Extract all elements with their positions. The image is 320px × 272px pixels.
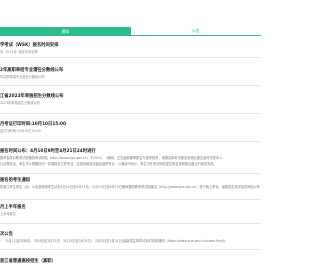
list-item[interactable]: 2年高职单招专业潜在分数线公布 年高职单招专业潜在分数线公布 xyxy=(0,66,261,86)
item-summary: 的浙江考生考生（请，以及其他报考生请在5月12日至5月13日，12月13日至6月… xyxy=(0,185,260,189)
list-item[interactable]: 月上半年报名 上半年报名 xyxy=(0,202,261,224)
list-item[interactable]: 江省2023年单独招生分数线公布 2023年单独招生分数线公布 xyxy=(0,92,261,114)
item-summary: 月, 2019年: 报名时间安排 xyxy=(0,50,38,54)
item-title: 月上半年报名 xyxy=(0,205,26,210)
item-summary: 证打印时间:10月10日15:00 xyxy=(0,129,41,133)
item-title: 报名时间公布：4月10日9时至4月21日24时进行 xyxy=(0,149,96,154)
item-title: 江省2023年单独招生分数线公布 xyxy=(0,94,64,99)
tab-notice-label: 通知 xyxy=(61,28,70,34)
item-title: 浙江省普通高校招生（高职） xyxy=(0,259,56,264)
list-item[interactable]: 学考试（WSK）报名时间安排 月, 2019年: 报名时间安排 xyxy=(0,40,261,58)
tab-announcement-label: 公告 xyxy=(191,28,200,33)
item-title: 学考试（WSK）报名时间安排 xyxy=(0,43,59,48)
item-summary: 认证等信息，考生可以根据情况一并填报自己的专业，应选择最喜欢最合适的专业，以满足… xyxy=(0,162,217,166)
item-title: 次公告 xyxy=(0,232,13,237)
list-item[interactable]: 次公告 ：（3月1日至3月8日，3月4日至3月15日，3月15日至3月31日）（… xyxy=(0,230,261,250)
list-item[interactable]: 浙江省普通高校招生（高职） xyxy=(0,256,261,272)
item-summary: 报考各类高职考试资格的考试网站（http://www.zjzs.gov.cn）于… xyxy=(0,156,223,160)
item-summary: ：（3月1日至3月8日，3月4日至3月15日，3月15日至3月31日）（3月1日… xyxy=(0,239,228,243)
item-summary: 2023年单独招生分数线公布 xyxy=(0,101,40,105)
item-summary: 年高职单招专业潜在分数线公布 xyxy=(0,75,45,79)
tab-notice[interactable]: 通知 xyxy=(0,27,131,36)
tab-announcement[interactable]: 公告 xyxy=(130,27,261,36)
list-item[interactable]: 月考证打印时间:10月10日15:00 证打印时间:10月10日15:00 xyxy=(0,120,261,142)
item-title: 报名的考生通知 xyxy=(0,178,31,183)
item-title: 2年高职单招专业潜在分数线公布 xyxy=(0,68,64,73)
item-summary: 上半年报名 xyxy=(0,212,16,216)
item-title: 月考证打印时间:10月10日15:00 xyxy=(0,122,67,127)
list-item[interactable]: 报名时间公布：4月10日9时至4月21日24时进行 报考各类高职考试资格的考试网… xyxy=(0,146,261,174)
list-item[interactable]: 报名的考生通知 的浙江考生考生（请，以及其他报考生请在5月12日至5月13日，1… xyxy=(0,176,261,200)
category-tabs: 通知 公告 xyxy=(0,27,261,36)
